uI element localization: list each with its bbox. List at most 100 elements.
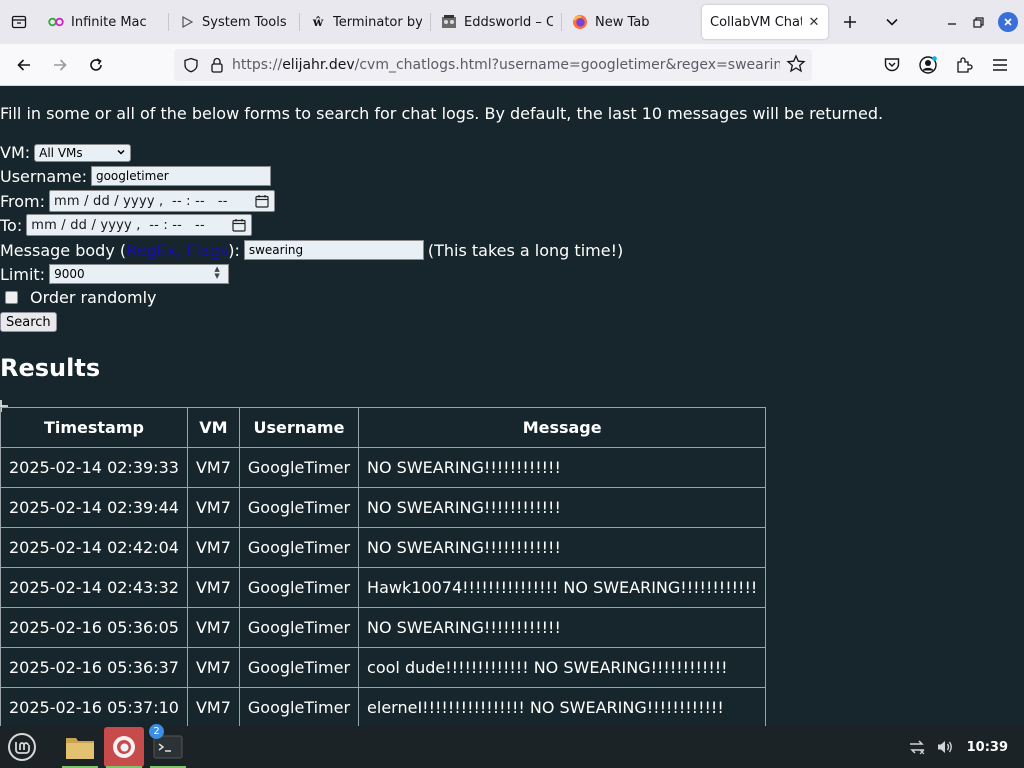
firefox-icon — [572, 14, 588, 30]
taskbar-terminal[interactable]: 2 — [148, 724, 188, 768]
vm-label: VM: — [0, 143, 31, 162]
column-header-username[interactable]: Username — [238, 407, 360, 448]
network-icon[interactable] — [903, 727, 931, 767]
system-tray: 10:39 — [903, 726, 1024, 768]
cell-vm: VM7 — [186, 607, 240, 648]
account-icon[interactable] — [910, 49, 946, 81]
limit-input-value: 9000 — [54, 267, 85, 281]
extensions-icon[interactable] — [946, 49, 982, 81]
message-input[interactable]: swearing — [243, 240, 424, 260]
intro-text: Fill in some or all of the below forms t… — [0, 104, 884, 123]
cell-message: Hawk10074!!!!!!!!!!!!!!! NO SWEARING!!!!… — [358, 567, 767, 608]
cell-timestamp: 2025-02-16 05:36:37 — [0, 647, 188, 688]
message-label-end: ): — [228, 240, 240, 260]
cell-vm: VM7 — [186, 527, 240, 568]
back-button[interactable] — [6, 49, 42, 81]
navigation-toolbar: https://elijahr.dev/cvm_chatlogs.html?us… — [0, 44, 1024, 86]
tab-divider — [561, 13, 562, 31]
username-label: Username: — [0, 166, 87, 186]
from-datetime-input[interactable]: mm / dd / yyyy , -- : -- -- — [49, 190, 276, 212]
cell-vm: VM7 — [186, 447, 240, 488]
message-label-start: Message body ( — [0, 240, 127, 260]
window-controls — [938, 0, 1024, 44]
reload-button[interactable] — [78, 49, 114, 81]
table-row: 2025-02-16 05:36:05 VM7 GoogleTimer NO S… — [0, 607, 767, 648]
tracking-protection-icon[interactable] — [180, 54, 202, 76]
address-bar[interactable]: https://elijahr.dev/cvm_chatlogs.html?us… — [174, 49, 812, 81]
clock[interactable]: 10:39 — [967, 740, 1008, 755]
tab-list-icon[interactable] — [0, 0, 38, 44]
close-tab-icon[interactable]: ✕ — [806, 14, 822, 30]
cell-message: cool dude!!!!!!!!!!!!! NO SWEARING!!!!!!… — [358, 647, 767, 688]
table-row: 2025-02-16 05:36:37 VM7 GoogleTimer cool… — [0, 647, 767, 688]
minimize-icon[interactable] — [938, 0, 965, 44]
bookmark-star-icon[interactable] — [786, 54, 806, 78]
table-row: 2025-02-14 02:39:44 VM7 GoogleTimer NO S… — [0, 487, 767, 528]
linux-mint-icon — [8, 733, 36, 761]
message-note: (This takes a long time!) — [427, 240, 624, 260]
search-button[interactable]: Search — [0, 312, 57, 332]
maximize-icon[interactable] — [965, 0, 992, 44]
limit-input[interactable]: 9000 ▲ ▼ — [49, 264, 230, 284]
cell-timestamp: 2025-02-14 02:43:32 — [0, 567, 188, 608]
regex-flags-link[interactable]: RegEx, Flags — [126, 241, 228, 260]
username-row: Username: googletimer — [0, 166, 271, 186]
taskbar-firefox[interactable] — [104, 727, 144, 768]
forward-button[interactable] — [42, 49, 78, 81]
tab-eddsworld[interactable]: Eddsworld – C — [433, 5, 561, 39]
url-text: https://elijahr.dev/cvm_chatlogs.html?us… — [232, 57, 780, 73]
cell-message: NO SWEARING!!!!!!!!!!!! — [358, 447, 767, 488]
order-randomly-checkbox[interactable] — [5, 291, 18, 304]
to-datetime-input[interactable]: mm / dd / yyyy , -- : -- -- — [26, 214, 253, 236]
tab-collabvm-chat[interactable]: CollabVM Chat L ✕ — [702, 5, 828, 39]
tab-label: CollabVM Chat L — [710, 14, 802, 30]
column-header-timestamp[interactable]: Timestamp — [0, 407, 188, 448]
cell-message: NO SWEARING!!!!!!!!!!!! — [358, 607, 767, 648]
tab-infinite-mac[interactable]: Infinite Mac — [40, 5, 168, 39]
url-prefix: https:// — [232, 57, 283, 73]
tab-system-tools[interactable]: System Tools • — [171, 5, 299, 39]
order-row: Order randomly — [0, 288, 157, 307]
menu-icon[interactable] — [982, 49, 1018, 81]
taskbar-files[interactable] — [60, 727, 100, 768]
page-content: Fill in some or all of the below forms t… — [0, 86, 1024, 726]
vm-select[interactable]: All VMs — [34, 143, 132, 162]
from-row: From: mm / dd / yyyy , -- : -- -- — [0, 190, 276, 212]
chevron-down-icon — [116, 147, 126, 160]
column-header-message[interactable]: Message — [358, 407, 767, 448]
tab-divider — [168, 13, 169, 31]
tab-terminator[interactable]: ŵ Terminator by — [302, 5, 430, 39]
calendar-icon[interactable] — [255, 194, 269, 212]
to-row: To: mm / dd / yyyy , -- : -- -- — [0, 214, 253, 236]
cell-message: elerneI!!!!!!!!!!!!!!!! NO SWEARING!!!!!… — [358, 687, 767, 726]
table-row: 2025-02-14 02:43:32 VM7 GoogleTimer Hawk… — [0, 567, 767, 608]
lock-icon[interactable] — [206, 54, 228, 76]
start-menu-button[interactable] — [2, 727, 42, 767]
eddsworld-icon — [441, 14, 457, 30]
number-spinner-icon[interactable]: ▲ ▼ — [212, 266, 222, 282]
volume-icon[interactable] — [931, 727, 959, 767]
cell-vm: VM7 — [186, 487, 240, 528]
column-header-vm[interactable]: VM — [186, 407, 240, 448]
message-row: Message body ( RegEx, Flags ): swearing … — [0, 240, 623, 260]
to-label: To: — [0, 215, 23, 235]
cell-username: GoogleTimer — [238, 567, 360, 608]
tab-new-tab[interactable]: New Tab — [564, 5, 692, 39]
pocket-icon[interactable] — [874, 49, 910, 81]
list-all-tabs-icon[interactable] — [874, 4, 910, 40]
close-window-button[interactable] — [992, 0, 1024, 44]
cell-username: GoogleTimer — [238, 447, 360, 488]
cell-vm: VM7 — [186, 647, 240, 688]
cell-username: GoogleTimer — [238, 527, 360, 568]
limit-label: Limit: — [0, 264, 46, 284]
toolbar-right — [874, 44, 1024, 86]
limit-row: Limit: 9000 ▲ ▼ — [0, 264, 230, 284]
username-input[interactable]: googletimer — [90, 166, 271, 186]
cell-timestamp: 2025-02-14 02:42:04 — [0, 527, 188, 568]
results-table: Timestamp VM Username Message 2025-02-14… — [0, 407, 767, 726]
cell-message: NO SWEARING!!!!!!!!!!!! — [358, 527, 767, 568]
new-tab-button[interactable] — [832, 4, 868, 40]
folder-icon — [66, 738, 94, 759]
calendar-icon[interactable] — [232, 218, 246, 236]
from-datetime-value: mm / dd / yyyy , -- : -- -- — [54, 193, 228, 209]
